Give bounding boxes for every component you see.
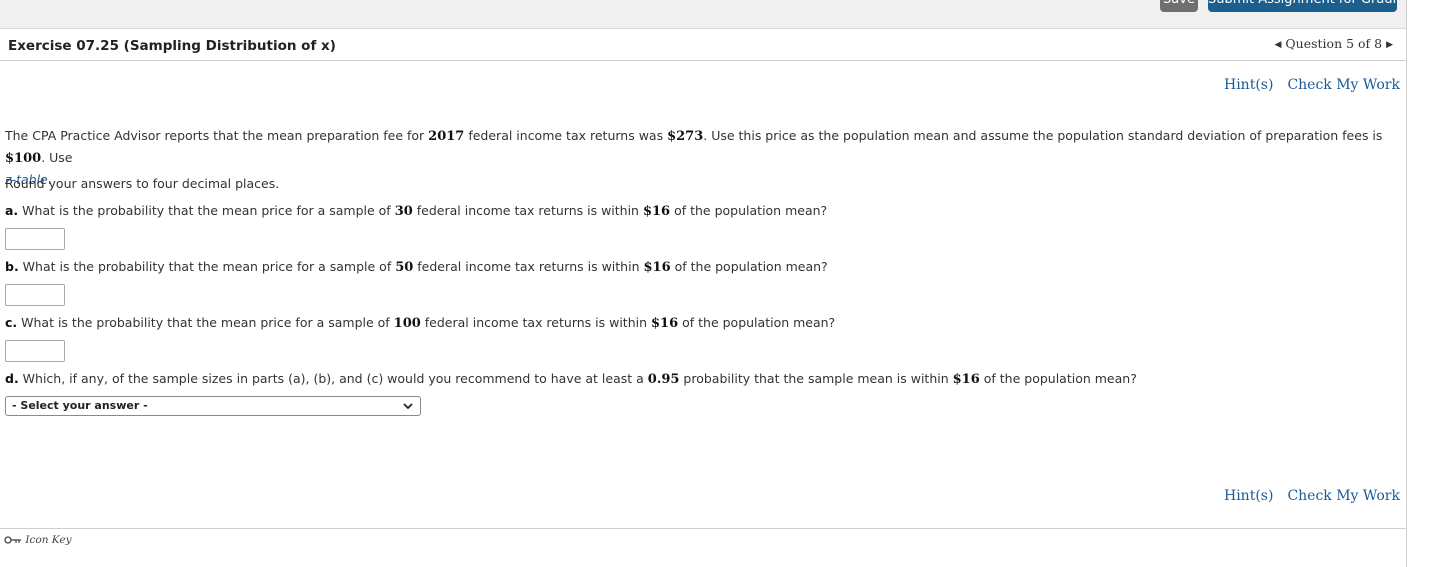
question-b: b. What is the probability that the mean… — [5, 259, 828, 275]
save-button[interactable]: Save — [1160, 0, 1198, 12]
answer-d-select[interactable]: - Select your answer - — [5, 396, 421, 416]
question-navigator: ◀ Question 5 of 8 ▶ — [1275, 36, 1394, 51]
answer-c-input[interactable] — [5, 340, 65, 362]
icon-key-label: Icon Key — [25, 534, 72, 546]
triangle-left-icon[interactable]: ◀ — [1275, 40, 1282, 50]
check-my-work-link-bottom[interactable]: Check My Work — [1287, 488, 1400, 504]
icon-key-link[interactable]: Icon Key — [4, 534, 72, 546]
hints-link-bottom[interactable]: Hint(s) — [1224, 488, 1273, 504]
question-counter: Question 5 of 8 — [1285, 36, 1383, 51]
hints-link[interactable]: Hint(s) — [1224, 77, 1273, 93]
triangle-right-icon[interactable]: ▶ — [1386, 40, 1393, 50]
exercise-title: Exercise 07.25 (Sampling Distribution of… — [8, 38, 336, 54]
answer-b-input[interactable] — [5, 284, 65, 306]
content-right-border — [1406, 0, 1407, 567]
rounding-instruction: Round your answers to four decimal place… — [5, 176, 280, 191]
footer-divider — [0, 528, 1406, 529]
key-icon — [4, 536, 21, 544]
question-d: d. Which, if any, of the sample sizes in… — [5, 371, 1137, 387]
top-toolbar: Save Submit Assignment for Grading — [0, 0, 1406, 29]
help-links-bottom: Hint(s) Check My Work — [1224, 488, 1400, 504]
question-a: a. What is the probability that the mean… — [5, 203, 828, 219]
question-c: c. What is the probability that the mean… — [5, 315, 836, 331]
submit-assignment-button[interactable]: Submit Assignment for Grading — [1208, 0, 1397, 12]
check-my-work-link[interactable]: Check My Work — [1287, 77, 1400, 93]
exercise-header: Exercise 07.25 (Sampling Distribution of… — [0, 29, 1406, 61]
select-value: - Select your answer - — [12, 399, 148, 412]
help-links-top: Hint(s) Check My Work — [1224, 77, 1400, 93]
answer-a-input[interactable] — [5, 228, 65, 250]
chevron-down-icon — [403, 403, 413, 410]
